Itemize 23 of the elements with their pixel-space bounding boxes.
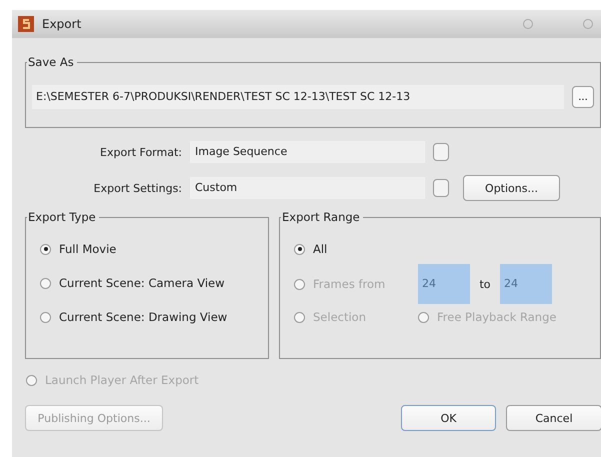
dropdown-button[interactable] [433, 143, 449, 161]
path-field[interactable]: E:\SEMESTER 6-7\PRODUKSI\RENDER\TEST SC 12-13\TEST SC 12-13 [32, 85, 564, 109]
app-logo-icon [18, 16, 34, 32]
options-button[interactable]: Options... [463, 175, 560, 201]
field-label: Export Format: [99, 146, 183, 158]
browse-button[interactable]: ... [572, 86, 594, 108]
minimize-button[interactable] [523, 19, 533, 29]
dropdown-field[interactable]: Custom [190, 177, 425, 199]
radio-option[interactable]: Current Scene: Camera View [40, 272, 268, 294]
window-title: Export [42, 17, 82, 31]
dialog-button[interactable]: OK [401, 405, 496, 431]
to-label: to [478, 278, 492, 290]
field-label: Export Settings: [92, 182, 183, 194]
group-title: Save As [27, 55, 77, 69]
group-title: Export Type [27, 210, 99, 224]
group-title: Export Range [281, 210, 363, 224]
radio-option[interactable]: Full Movie [40, 238, 268, 260]
close-button[interactable] [583, 19, 593, 29]
dropdown-field[interactable]: Image Sequence [190, 141, 425, 163]
radio-option[interactable]: Current Scene: Drawing View [40, 306, 268, 328]
dropdown-button[interactable] [433, 179, 449, 197]
dialog-button[interactable]: Cancel [506, 405, 601, 431]
radio-option[interactable]: All [294, 238, 600, 260]
